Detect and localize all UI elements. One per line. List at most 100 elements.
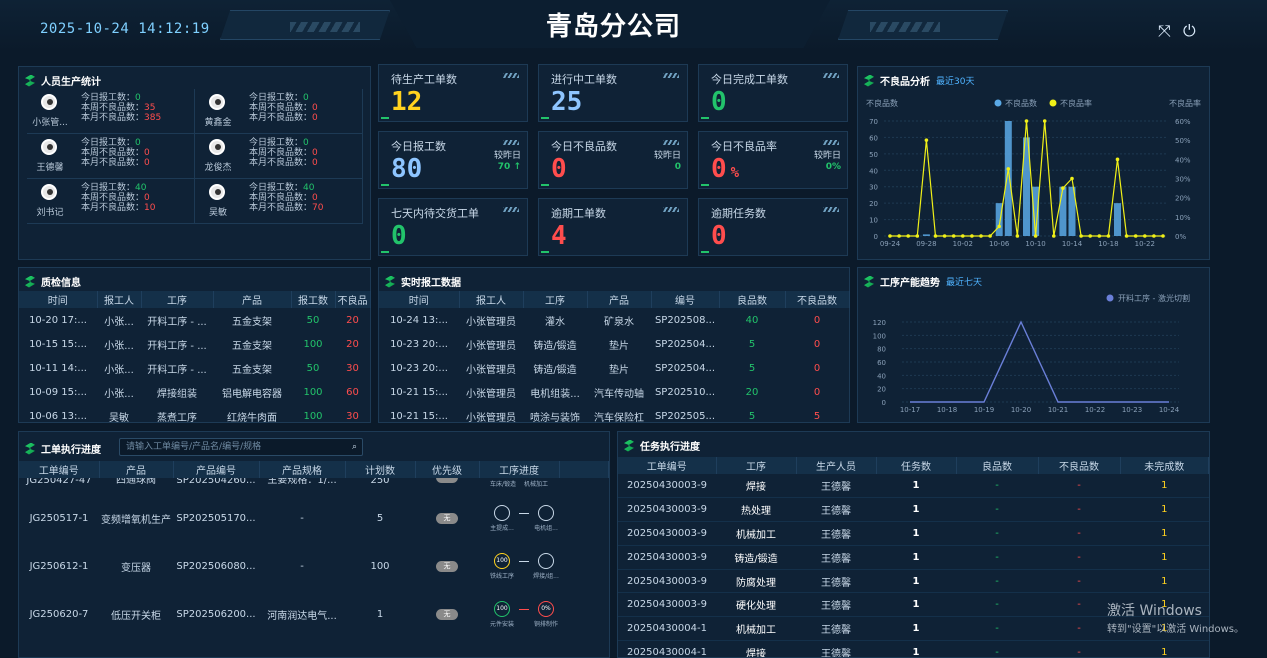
panel-logo-icon	[624, 439, 634, 452]
person-stats: 今日报工数：0 本周不良品数：0 本月不良品数：0	[81, 138, 150, 168]
power-icon[interactable]: ⏻	[1183, 21, 1196, 41]
kpi-accent-bar	[701, 251, 709, 253]
table-cell: 焊接	[746, 648, 766, 658]
stat-week-bad: 本周不良品数：0	[249, 193, 323, 203]
search-icon[interactable]: ⌕	[352, 439, 357, 455]
table-cell: -	[300, 560, 304, 572]
stat-value: 70	[312, 203, 324, 213]
kpi-compare-label: 较昨日	[813, 151, 841, 161]
stat-month-bad: 本月不良品数：0	[249, 113, 318, 123]
table-row[interactable]: JG250517-1 变频增氧机生产 SP202505170... -5 无主提成...…	[19, 494, 609, 542]
table-row[interactable]: 20250430003-9 热处理 王德馨 1 - - 1	[618, 498, 1209, 522]
table-cell: 王德馨	[821, 506, 851, 518]
defect-rate-point	[1124, 234, 1129, 238]
table-row[interactable]: 10-21 15:... 小张管理员 电机组装... 汽车传动轴 SP202510...…	[379, 380, 849, 404]
table-cell: 100	[303, 410, 323, 422]
stat-value: 40	[303, 183, 315, 193]
table-cell: 铸造/锻造	[533, 340, 577, 352]
kpi-value: 80	[391, 154, 423, 184]
table-row[interactable]: 20250430004-1 焊接 王德馨 1 - - 1	[618, 641, 1209, 658]
priority-badge: 无	[436, 513, 458, 524]
step-label: 元件安装	[489, 620, 514, 628]
table-row[interactable]: JG250620-7 低压开关柜 SP202506200... 河南润达电气... 1 无…	[19, 590, 609, 638]
step-progress-circle: 100	[494, 552, 510, 569]
table-cell: 电机组装...	[530, 388, 580, 400]
table-cell: 小张...	[104, 340, 134, 352]
quality-table-wrap: 时间 报工人 工序 产品 报工数 不良品 10-20 17:... 小张... 开料工序 - .…	[19, 291, 371, 428]
workorder-column-header: 优先级	[415, 461, 480, 478]
table-cell: 20250430004-1	[627, 646, 707, 658]
table-row[interactable]: 10-09 15:... 小张... 焊接组装 铝电解电容器 100 60	[19, 380, 370, 404]
table-row[interactable]: 10-11 14:... 小张... 开料工序 - ... 五金支架 50 30	[19, 356, 370, 380]
table-cell: 250	[370, 478, 390, 486]
process-step: 焊接/组...	[529, 552, 559, 580]
kpi-value: 4	[551, 221, 567, 251]
x-tick: 10-22	[1085, 406, 1105, 414]
kpi-card: 今日完成工单数 0	[698, 64, 848, 122]
person-stats: 今日报工数：0 本周不良品数：0 本月不良品数：0	[249, 93, 318, 123]
realtime-column-header: 工序	[523, 291, 588, 308]
table-row[interactable]: 10-06 13:... 吴敏 蒸煮工序 红烧牛肉面 100 30	[19, 404, 370, 428]
stat-value: 10	[144, 203, 156, 213]
table-cell: -	[995, 575, 999, 587]
quality-column-header: 时间	[19, 291, 98, 308]
table-row[interactable]: 20250430003-9 机械加工 王德馨 1 - - 1	[618, 522, 1209, 546]
table-cell: SP202505170...	[176, 512, 256, 524]
workorder-search-input[interactable]: 请输入工单编号/产品名/编号/规格 ⌕	[119, 438, 363, 456]
table-cell: 10-23 20:...	[390, 338, 448, 350]
table-cell: 热处理	[741, 506, 771, 518]
step-label: 电机组...	[534, 524, 558, 532]
table-row[interactable]: 10-23 20:... 小张管理员 铸造/锻造 垫片 SP202504... 5 0	[379, 332, 849, 356]
table-row[interactable]: 20250430003-9 防腐处理 王德馨 1 - - 1	[618, 569, 1209, 593]
table-cell: 0	[813, 362, 821, 374]
table-row[interactable]: 20250430003-9 铸造/锻造 王德馨 1 - - 1	[618, 545, 1209, 570]
table-cell: 100	[303, 338, 323, 350]
stat-week-bad: 本周不良品数：35	[81, 103, 161, 113]
stat-month-bad: 本月不良品数：70	[249, 203, 323, 213]
person-name: 刘书记	[36, 208, 64, 218]
x-tick: 09-28	[916, 240, 936, 248]
defect-rate-point	[1088, 234, 1092, 238]
defect-bar	[1004, 121, 1012, 236]
task-column-header: 生产人员	[796, 457, 877, 474]
table-cell: 红烧牛肉面	[227, 412, 277, 424]
kpi-label: 逾期工单数	[551, 207, 606, 220]
panel-logo-icon	[25, 275, 35, 288]
table-cell: 10-11 14:...	[29, 362, 87, 374]
y-tick-left: 70	[869, 118, 878, 126]
table-row[interactable]: 10-24 13:... 小张管理员 灌水 矿泉水 SP202508... 40 0	[379, 308, 849, 332]
stat-today: 今日报工数：40	[81, 183, 155, 193]
x-tick: 09-24	[880, 240, 901, 248]
fullscreen-icon[interactable]: ⤧	[1158, 21, 1171, 41]
table-row[interactable]: 20250430003-9 焊接 王德馨 1 - - 1	[618, 474, 1209, 498]
table-cell: -	[1077, 646, 1081, 658]
y-tick-right: 10%	[1175, 214, 1191, 222]
defect-rate-point	[1161, 234, 1165, 238]
personnel-panel: 人员生产统计 小张管... 今日报工数：0 本周不良品数：35 本月不良品数：385 黄…	[18, 66, 371, 260]
table-cell: 30	[346, 410, 359, 422]
table-cell: 开料工序 - ...	[147, 340, 207, 352]
y-tick-left: 40	[869, 167, 878, 175]
person-stats: 今日报工数：0 本周不良品数：35 本月不良品数：385	[81, 93, 161, 123]
step-label: 主提成...	[490, 524, 514, 532]
table-cell: SP202505...	[654, 410, 716, 422]
trend-chart-panel: 工序产能趋势 最近七天 开料工序 - 激光切割 0 20 40 60 80 100 120 10-…	[857, 267, 1210, 423]
stat-today: 今日报工数：0	[81, 93, 161, 103]
table-row[interactable]: JG250427-47 四通球阀 SP202504260... 主要规格：1/... 2…	[19, 478, 609, 494]
table-row[interactable]: 10-20 17:... 小张... 开料工序 - ... 五金支架 50 20	[19, 308, 370, 332]
x-tick: 10-19	[974, 406, 994, 414]
defect-rate-point	[1042, 119, 1047, 123]
table-row[interactable]: 10-23 20:... 小张管理员 铸造/锻造 垫片 SP202504... 5 0	[379, 356, 849, 380]
table-row[interactable]: 10-21 15:... 小张管理员 喷涂与装饰 汽车保险杠 SP202505... 5 5	[379, 404, 849, 428]
table-cell: 50	[306, 362, 320, 374]
windows-activation-watermark: 激活 Windows	[1107, 603, 1202, 619]
table-cell	[559, 542, 609, 590]
x-tick: 10-18	[937, 406, 957, 414]
table-row[interactable]: 10-15 15:... 小张... 开料工序 - ... 五金支架 100 20	[19, 332, 370, 356]
defect-rate-point	[897, 234, 901, 238]
y-tick-left: 50	[869, 151, 878, 159]
kpi-label: 今日完成工单数	[711, 73, 788, 86]
table-row[interactable]: JG250612-1 变压器 SP202506080... - 100 无 100 铁线工序 焊…	[19, 542, 609, 590]
kpi-compare-value: 0%	[825, 162, 841, 172]
table-cell: 河南润达电气...	[267, 610, 337, 622]
